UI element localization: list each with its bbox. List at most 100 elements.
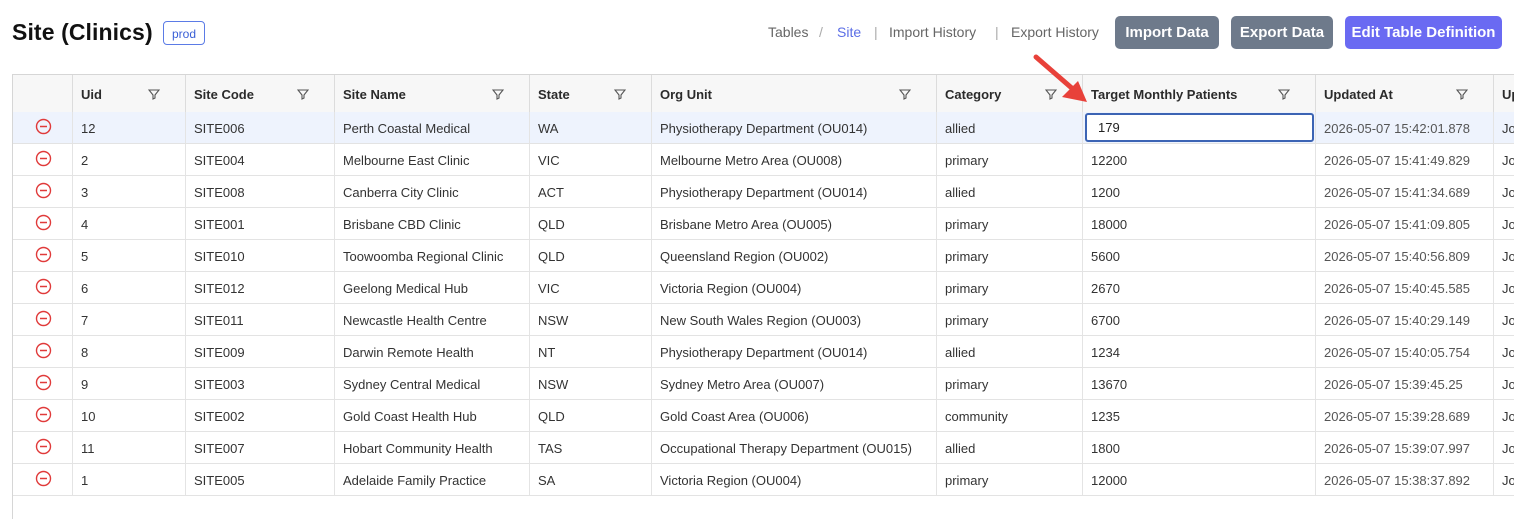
- cell-site-code[interactable]: SITE009: [186, 336, 335, 367]
- cell-site-name[interactable]: Canberra City Clinic: [335, 176, 530, 207]
- cell-updated-at[interactable]: 2026-05-07 15:40:05.754: [1316, 336, 1494, 367]
- remove-circle-icon[interactable]: [35, 150, 52, 167]
- table-row[interactable]: 11 SITE007 Hobart Community Health TAS Occup…: [13, 432, 1514, 464]
- cell-category[interactable]: primary: [937, 272, 1083, 303]
- cell-target-monthly-patients[interactable]: 1800: [1083, 432, 1316, 463]
- cell-category[interactable]: primary: [937, 240, 1083, 271]
- cell-updated-by[interactable]: Jo: [1494, 336, 1514, 367]
- cell-updated-by[interactable]: Jo: [1494, 208, 1514, 239]
- cell-updated-at[interactable]: 2026-05-07 15:41:34.689: [1316, 176, 1494, 207]
- filter-icon[interactable]: [297, 88, 309, 100]
- column-header-org-unit[interactable]: Org Unit: [652, 75, 937, 112]
- column-header-uid[interactable]: Uid: [73, 75, 186, 112]
- cell-uid[interactable]: 9: [73, 368, 186, 399]
- cell-target-monthly-patients[interactable]: 1234: [1083, 336, 1316, 367]
- cell-state[interactable]: SA: [530, 464, 652, 495]
- cell-org-unit[interactable]: Physiotherapy Department (OU014): [652, 336, 937, 367]
- cell-uid[interactable]: 1: [73, 464, 186, 495]
- cell-org-unit[interactable]: Gold Coast Area (OU006): [652, 400, 937, 431]
- table-row[interactable]: 2 SITE004 Melbourne East Clinic VIC Melbourn…: [13, 144, 1514, 176]
- cell-category[interactable]: primary: [937, 208, 1083, 239]
- cell-updated-at[interactable]: 2026-05-07 15:42:01.878: [1316, 112, 1494, 143]
- column-header-updated-by[interactable]: Up: [1494, 75, 1514, 112]
- cell-uid[interactable]: 10: [73, 400, 186, 431]
- cell-site-code[interactable]: SITE003: [186, 368, 335, 399]
- cell-updated-at[interactable]: 2026-05-07 15:40:29.149: [1316, 304, 1494, 335]
- filter-icon[interactable]: [1278, 88, 1290, 100]
- cell-updated-at[interactable]: 2026-05-07 15:39:28.689: [1316, 400, 1494, 431]
- cell-updated-by[interactable]: Jo: [1494, 144, 1514, 175]
- cell-site-name[interactable]: Newcastle Health Centre: [335, 304, 530, 335]
- breadcrumb-site[interactable]: Site: [837, 24, 861, 40]
- cell-site-code[interactable]: SITE008: [186, 176, 335, 207]
- cell-site-code[interactable]: SITE001: [186, 208, 335, 239]
- cell-updated-by[interactable]: Jo: [1494, 400, 1514, 431]
- cell-target-monthly-patients[interactable]: 12200: [1083, 144, 1316, 175]
- cell-category[interactable]: allied: [937, 432, 1083, 463]
- remove-circle-icon[interactable]: [35, 470, 52, 487]
- filter-icon[interactable]: [1045, 88, 1057, 100]
- cell-site-name[interactable]: Darwin Remote Health: [335, 336, 530, 367]
- cell-org-unit[interactable]: Sydney Metro Area (OU007): [652, 368, 937, 399]
- cell-state[interactable]: WA: [530, 112, 652, 143]
- cell-uid[interactable]: 6: [73, 272, 186, 303]
- cell-target-monthly-patients[interactable]: 2670: [1083, 272, 1316, 303]
- cell-target-monthly-patients[interactable]: 18000: [1083, 208, 1316, 239]
- cell-category[interactable]: primary: [937, 304, 1083, 335]
- cell-site-code[interactable]: SITE010: [186, 240, 335, 271]
- remove-circle-icon[interactable]: [35, 278, 52, 295]
- cell-uid[interactable]: 12: [73, 112, 186, 143]
- remove-circle-icon[interactable]: [35, 214, 52, 231]
- cell-site-name[interactable]: Sydney Central Medical: [335, 368, 530, 399]
- table-row[interactable]: 10 SITE002 Gold Coast Health Hub QLD Gold Co…: [13, 400, 1514, 432]
- cell-updated-at[interactable]: 2026-05-07 15:41:49.829: [1316, 144, 1494, 175]
- cell-org-unit[interactable]: Occupational Therapy Department (OU015): [652, 432, 937, 463]
- cell-updated-by[interactable]: Jo: [1494, 112, 1514, 143]
- cell-updated-by[interactable]: Jo: [1494, 240, 1514, 271]
- column-header-site-code[interactable]: Site Code: [186, 75, 335, 112]
- cell-uid[interactable]: 3: [73, 176, 186, 207]
- table-row[interactable]: 4 SITE001 Brisbane CBD Clinic QLD Brisbane M…: [13, 208, 1514, 240]
- cell-site-code[interactable]: SITE002: [186, 400, 335, 431]
- cell-updated-by[interactable]: Jo: [1494, 432, 1514, 463]
- filter-icon[interactable]: [492, 88, 504, 100]
- table-row[interactable]: 9 SITE003 Sydney Central Medical NSW Sydney …: [13, 368, 1514, 400]
- remove-circle-icon[interactable]: [35, 246, 52, 263]
- cell-uid[interactable]: 7: [73, 304, 186, 335]
- table-row[interactable]: 1 SITE005 Adelaide Family Practice SA Victor…: [13, 464, 1514, 496]
- cell-state[interactable]: QLD: [530, 400, 652, 431]
- cell-site-code[interactable]: SITE011: [186, 304, 335, 335]
- cell-category[interactable]: allied: [937, 176, 1083, 207]
- remove-circle-icon[interactable]: [35, 310, 52, 327]
- cell-updated-at[interactable]: 2026-05-07 15:39:45.25: [1316, 368, 1494, 399]
- remove-circle-icon[interactable]: [35, 118, 52, 135]
- cell-uid[interactable]: 2: [73, 144, 186, 175]
- cell-category[interactable]: community: [937, 400, 1083, 431]
- cell-updated-by[interactable]: Jo: [1494, 272, 1514, 303]
- cell-state[interactable]: VIC: [530, 144, 652, 175]
- column-header-category[interactable]: Category: [937, 75, 1083, 112]
- cell-site-code[interactable]: SITE012: [186, 272, 335, 303]
- cell-org-unit[interactable]: Melbourne Metro Area (OU008): [652, 144, 937, 175]
- cell-uid[interactable]: 11: [73, 432, 186, 463]
- filter-icon[interactable]: [899, 88, 911, 100]
- filter-icon[interactable]: [614, 88, 626, 100]
- cell-updated-at[interactable]: 2026-05-07 15:38:37.892: [1316, 464, 1494, 495]
- cell-target-monthly-patients[interactable]: 1235: [1083, 400, 1316, 431]
- remove-circle-icon[interactable]: [35, 406, 52, 423]
- import-data-button[interactable]: Import Data: [1115, 16, 1219, 49]
- cell-updated-at[interactable]: 2026-05-07 15:40:45.585: [1316, 272, 1494, 303]
- cell-category[interactable]: primary: [937, 464, 1083, 495]
- cell-site-name[interactable]: Geelong Medical Hub: [335, 272, 530, 303]
- cell-site-name[interactable]: Brisbane CBD Clinic: [335, 208, 530, 239]
- cell-state[interactable]: ACT: [530, 176, 652, 207]
- cell-state[interactable]: QLD: [530, 240, 652, 271]
- cell-site-name[interactable]: Perth Coastal Medical: [335, 112, 530, 143]
- table-row[interactable]: 8 SITE009 Darwin Remote Health NT Physiother…: [13, 336, 1514, 368]
- remove-circle-icon[interactable]: [35, 182, 52, 199]
- export-history-link[interactable]: Export History: [1011, 24, 1099, 40]
- cell-org-unit[interactable]: Physiotherapy Department (OU014): [652, 176, 937, 207]
- cell-updated-at[interactable]: 2026-05-07 15:40:56.809: [1316, 240, 1494, 271]
- cell-org-unit[interactable]: New South Wales Region (OU003): [652, 304, 937, 335]
- table-row[interactable]: 5 SITE010 Toowoomba Regional Clinic QLD Quee…: [13, 240, 1514, 272]
